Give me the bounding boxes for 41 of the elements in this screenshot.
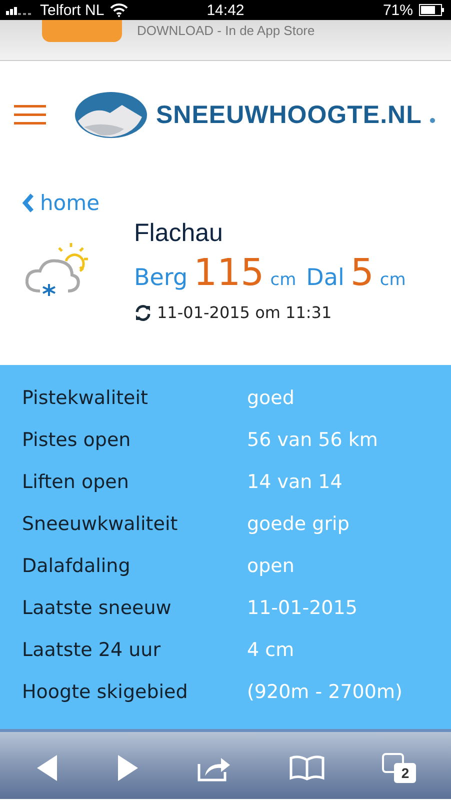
stat-value: 11-01-2015 [247,596,358,621]
tabs-button[interactable]: 2 [382,752,416,782]
stat-value: 14 van 14 [247,470,344,495]
resort-name: Flachau [134,219,224,248]
stat-label: Pistes open [22,428,132,453]
stat-value: 4 cm [247,638,296,663]
stat-label: Liften open [22,470,130,495]
valley-label: Dal [306,265,344,291]
unit-label: cm [380,270,406,290]
stat-label: Laatste sneeuw [22,596,172,621]
refresh-icon [134,304,152,322]
stat-label: Sneeuwkwaliteit [22,512,179,537]
stat-value: goede grip [247,512,350,537]
banner-text: DOWNLOAD - In de App Store [137,23,315,38]
bookmarks-icon[interactable] [288,754,325,780]
mountain-label: Berg [134,265,188,291]
stat-value: open [247,554,296,579]
registered-mark [430,118,435,122]
stat-value: (920m - 2700m) [247,680,404,705]
clock-time: 14:42 [206,2,244,18]
battery-icon [419,4,445,16]
stat-label: Laatste 24 uur [22,638,162,663]
site-logo-text: SNEEUWHOOGTE.NL [156,100,422,130]
valley-snow-depth: 5 [350,254,374,291]
mountain-logo-icon [74,91,148,139]
stat-label: Pistekwaliteit [22,386,149,411]
stat-value: 56 van 56 km [247,428,379,453]
stat-label: Dalafdaling [22,554,132,579]
back-icon[interactable] [34,754,59,782]
battery-percentage: 71% [382,2,413,18]
stat-value: goed [247,386,296,411]
unit-label: cm [270,270,296,290]
stat-label: Hoogte skigebied [22,680,189,705]
wifi-icon [110,3,128,17]
carrier-name: Telfort NL [40,2,104,18]
update-timestamp: 11-01-2015 om 11:31 [157,303,332,322]
signal-icon [6,5,34,15]
mountain-snow-depth: 115 [194,254,264,291]
forward-icon[interactable] [116,754,140,782]
chevron-left-icon [22,193,34,213]
menu-icon[interactable] [14,105,46,125]
